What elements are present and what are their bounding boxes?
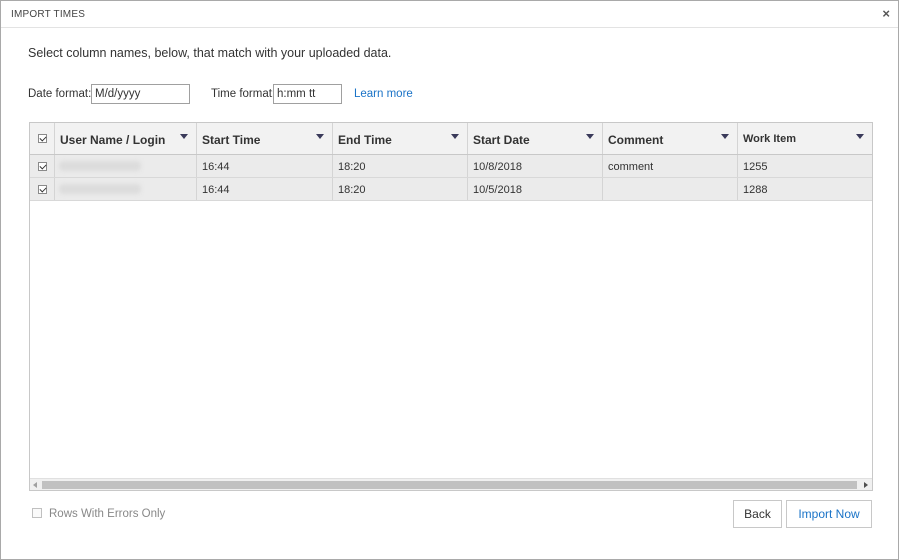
column-header-label: End Time <box>338 133 392 147</box>
table-row: 16:44 18:20 10/8/2018 comment 1255 <box>30 155 872 178</box>
blurred-user-login <box>59 184 141 194</box>
errors-only-checkbox[interactable] <box>32 508 42 518</box>
chevron-down-icon[interactable] <box>451 134 459 139</box>
column-header-work-item: Work Item <box>738 123 872 154</box>
arrow-right-icon[interactable] <box>864 482 868 488</box>
close-icon[interactable]: × <box>882 7 890 21</box>
table-row: 16:44 18:20 10/5/2018 1288 <box>30 178 872 201</box>
cell-start-time: 16:44 <box>197 178 333 200</box>
cell-comment <box>603 178 738 200</box>
time-format-label: Time format: <box>211 88 276 100</box>
cell-user <box>55 155 197 177</box>
cell-work-item: 1288 <box>738 178 872 200</box>
column-header-label: User Name / Login <box>60 133 166 147</box>
cell-end-time: 18:20 <box>333 178 468 200</box>
column-header-start-time: Start Time <box>197 123 333 154</box>
cell-text: comment <box>608 161 654 173</box>
chevron-down-icon[interactable] <box>856 134 864 139</box>
cell-start-time: 16:44 <box>197 155 333 177</box>
row-select-cell <box>30 155 55 177</box>
horizontal-scrollbar[interactable] <box>30 478 872 490</box>
chevron-down-icon[interactable] <box>316 134 324 139</box>
back-button[interactable]: Back <box>733 500 782 528</box>
scrollbar-thumb[interactable] <box>42 481 857 489</box>
dialog-titlebar: IMPORT TIMES × <box>1 1 898 28</box>
cell-start-date: 10/5/2018 <box>468 178 603 200</box>
import-now-button[interactable]: Import Now <box>786 500 872 528</box>
column-header-label: Work Item <box>743 133 796 145</box>
column-header-label: Start Date <box>473 133 530 147</box>
time-format-input[interactable] <box>273 84 342 104</box>
instruction-text: Select column names, below, that match w… <box>28 46 392 60</box>
chevron-down-icon[interactable] <box>180 134 188 139</box>
row-select-cell <box>30 178 55 200</box>
chevron-down-icon[interactable] <box>586 134 594 139</box>
cell-text: 10/8/2018 <box>473 161 522 173</box>
chevron-down-icon[interactable] <box>721 134 729 139</box>
cell-text: 16:44 <box>202 161 230 173</box>
cell-end-time: 18:20 <box>333 155 468 177</box>
cell-user <box>55 178 197 200</box>
column-header-label: Comment <box>608 133 664 147</box>
import-times-dialog: IMPORT TIMES × Select column names, belo… <box>0 0 899 560</box>
select-all-cell <box>30 123 55 154</box>
column-header-start-date: Start Date <box>468 123 603 154</box>
row-checkbox[interactable] <box>38 185 47 194</box>
cell-start-date: 10/8/2018 <box>468 155 603 177</box>
cell-text: 10/5/2018 <box>473 184 522 196</box>
column-header-label: Start Time <box>202 133 261 147</box>
cell-text: 1288 <box>743 184 768 196</box>
date-format-input[interactable] <box>91 84 190 104</box>
arrow-left-icon[interactable] <box>33 482 37 488</box>
column-header-user: User Name / Login <box>55 123 197 154</box>
cell-work-item: 1255 <box>738 155 872 177</box>
learn-more-link[interactable]: Learn more <box>354 88 413 100</box>
cell-text: 16:44 <box>202 184 230 196</box>
grid-header: User Name / Login Start Time End Time St… <box>30 123 872 155</box>
date-format-label: Date format: <box>28 88 92 100</box>
dialog-title: IMPORT TIMES <box>11 9 86 20</box>
cell-text: 1255 <box>743 161 768 173</box>
row-checkbox[interactable] <box>38 162 47 171</box>
cell-text: 18:20 <box>338 161 366 173</box>
cell-text: 18:20 <box>338 184 366 196</box>
column-header-comment: Comment <box>603 123 738 154</box>
errors-only-label: Rows With Errors Only <box>49 508 166 520</box>
import-grid: User Name / Login Start Time End Time St… <box>29 122 873 491</box>
cell-comment: comment <box>603 155 738 177</box>
select-all-checkbox[interactable] <box>38 134 47 143</box>
blurred-user-login <box>59 161 141 171</box>
column-header-end-time: End Time <box>333 123 468 154</box>
